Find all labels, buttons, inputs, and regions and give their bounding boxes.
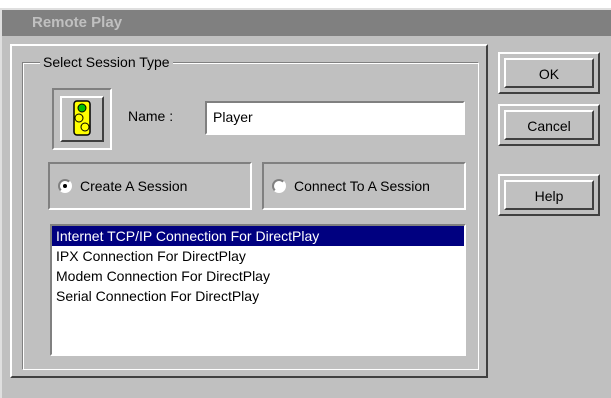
- list-item[interactable]: Internet TCP/IP Connection For DirectPla…: [52, 226, 464, 246]
- cancel-button[interactable]: Cancel: [504, 110, 594, 140]
- ok-button[interactable]: OK: [504, 58, 594, 88]
- list-item[interactable]: Modem Connection For DirectPlay: [52, 266, 464, 286]
- create-session-label[interactable]: Create A Session: [80, 178, 187, 194]
- cancel-button-frame: Cancel: [498, 104, 600, 146]
- name-input[interactable]: Player: [205, 101, 465, 135]
- connect-session-label[interactable]: Connect To A Session: [294, 178, 430, 194]
- connect-session-radio[interactable]: [272, 179, 286, 193]
- create-session-radio[interactable]: [58, 179, 72, 193]
- group-legend: Select Session Type: [40, 54, 173, 70]
- ok-button-frame: OK: [498, 52, 600, 94]
- player-icon-frame: [52, 88, 112, 150]
- connect-session-option[interactable]: Connect To A Session: [262, 162, 466, 210]
- help-button-frame: Help: [498, 174, 600, 216]
- list-item[interactable]: IPX Connection For DirectPlay: [52, 246, 464, 266]
- help-button[interactable]: Help: [504, 180, 594, 210]
- traffic-light-icon[interactable]: [60, 96, 104, 142]
- name-label: Name :: [128, 108, 174, 124]
- create-session-option[interactable]: Create A Session: [48, 162, 252, 210]
- connection-list[interactable]: Internet TCP/IP Connection For DirectPla…: [50, 224, 466, 356]
- title-bar[interactable]: Remote Play: [2, 10, 611, 36]
- list-item[interactable]: Serial Connection For DirectPlay: [52, 286, 464, 306]
